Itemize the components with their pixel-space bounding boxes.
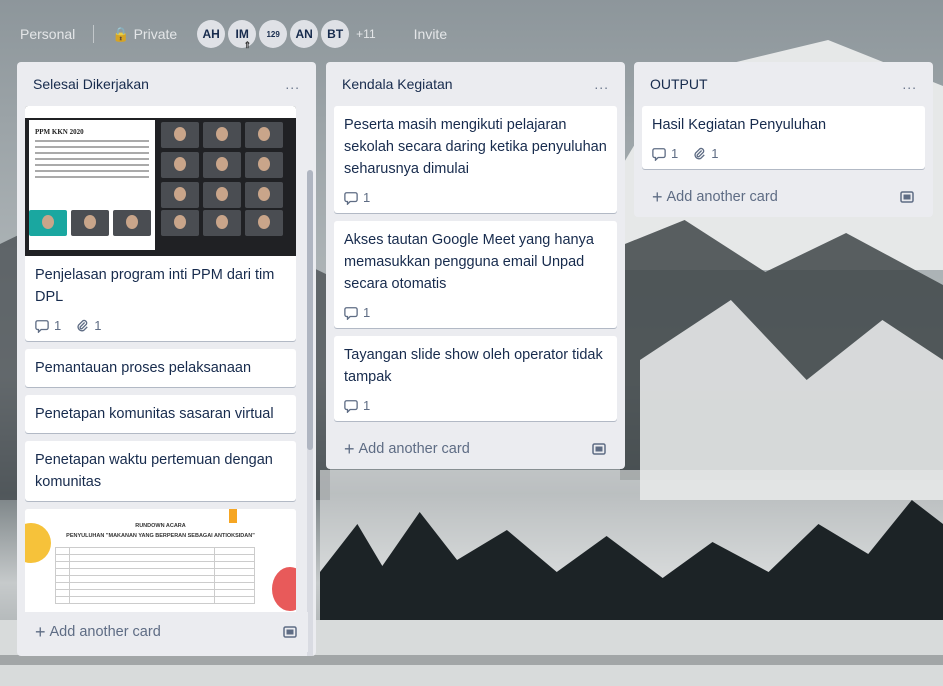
member-avatars: AH IM ⇑ 129 AN BT +11	[197, 20, 376, 50]
card-title: Akses tautan Google Meet yang hanya mema…	[344, 232, 594, 292]
header-divider	[93, 25, 95, 43]
list-item[interactable]: Akses tautan Google Meet yang hanya mema…	[334, 221, 617, 328]
card-title: Penjelasan program inti PPM dari tim DPL	[35, 267, 275, 305]
list-item[interactable]: Hasil Kegiatan Penyuluhan 1 1	[642, 106, 925, 169]
comment-count: 1	[363, 305, 371, 320]
paperclip-icon	[694, 147, 705, 159]
card-template-icon[interactable]	[282, 624, 298, 640]
comments-badge: 1	[35, 318, 61, 333]
list-item[interactable]: Penetapan komunitas sasaran virtual	[25, 395, 296, 433]
avatar-initials: IM	[235, 27, 249, 41]
comment-icon	[344, 306, 358, 320]
list-selesai-dikerjakan: Selesai Dikerjakan ... PPM KKN 2020 Penj…	[17, 62, 316, 656]
comments-badge: 1	[344, 305, 370, 320]
list-title[interactable]: Selesai Dikerjakan	[33, 76, 149, 92]
card-cover-image: PPM KKN 2020	[25, 106, 296, 256]
card-badges: 1 1	[35, 318, 286, 333]
list-item[interactable]: RUNDOWN ACARA PENYULUHAN "MAKANAN YANG B…	[25, 509, 296, 615]
card-cover-image: RUNDOWN ACARA PENYULUHAN "MAKANAN YANG B…	[25, 509, 296, 615]
privacy-button[interactable]: 🔒 Private	[106, 22, 183, 47]
card-title: Tayangan slide show oleh operator tidak …	[344, 347, 603, 385]
card-badges: 1	[344, 305, 607, 320]
list-menu-button[interactable]: ...	[594, 76, 609, 92]
list-item[interactable]: Tayangan slide show oleh operator tidak …	[334, 336, 617, 421]
rundown-subtitle: PENYULUHAN "MAKANAN YANG BERPERAN SEBAGA…	[66, 533, 255, 539]
list-header: Kendala Kegiatan ...	[334, 62, 617, 106]
list-item[interactable]: PPM KKN 2020 Penjelasan program inti PPM…	[25, 106, 296, 341]
list-header: Selesai Dikerjakan ...	[25, 62, 308, 106]
invite-button[interactable]: Invite	[414, 26, 447, 42]
card-badges: 1 1	[652, 146, 915, 161]
card-title: Pemantauan proses pelaksanaan	[35, 360, 252, 376]
plus-icon: +	[652, 186, 663, 207]
avatar[interactable]: AN	[290, 20, 319, 48]
list-header: OUTPUT ...	[642, 62, 925, 106]
paperclip-icon	[77, 319, 88, 331]
list-title[interactable]: OUTPUT	[650, 76, 708, 92]
lock-icon: 🔒	[112, 25, 130, 42]
card-title: Peserta masih mengikuti pelajaran sekola…	[344, 117, 607, 177]
card-badges: 1	[344, 398, 607, 413]
comments-badge: 1	[344, 398, 370, 413]
list-output: OUTPUT ... Hasil Kegiatan Penyuluhan 1 1…	[634, 62, 933, 217]
plus-icon: +	[344, 438, 355, 459]
attachments-badge: 1	[75, 318, 101, 333]
admin-icon: ⇑	[243, 40, 252, 50]
add-card-label: Add another card	[358, 441, 470, 457]
card-title: Hasil Kegiatan Penyuluhan	[652, 117, 827, 133]
list-menu-button[interactable]: ...	[285, 76, 300, 92]
rundown-table	[55, 547, 255, 604]
comment-count: 1	[363, 398, 371, 413]
comment-icon	[344, 399, 358, 413]
comment-icon	[35, 319, 49, 333]
attachment-count: 1	[711, 146, 719, 161]
list-item[interactable]: Pemantauan proses pelaksanaan	[25, 349, 296, 387]
comment-icon	[344, 191, 358, 205]
avatar[interactable]: BT	[321, 20, 350, 48]
team-visibility-button[interactable]: Personal	[14, 22, 81, 46]
comments-badge: 1	[652, 146, 678, 161]
scrollbar-thumb[interactable]	[307, 170, 313, 450]
add-card-button[interactable]: + Add another card	[25, 612, 308, 652]
attachments-badge: 1	[692, 146, 718, 161]
card-badges: 1	[344, 190, 607, 205]
avatar[interactable]: IM ⇑	[228, 20, 257, 50]
list-kendala-kegiatan: Kendala Kegiatan ... Peserta masih mengi…	[326, 62, 625, 469]
list-title[interactable]: Kendala Kegiatan	[342, 76, 453, 92]
add-card-button[interactable]: + Add another card	[642, 177, 925, 217]
add-card-label: Add another card	[49, 624, 161, 640]
list-item[interactable]: Penetapan waktu pertemuan dengan komunit…	[25, 441, 296, 501]
add-card-button[interactable]: + Add another card	[334, 429, 617, 469]
comment-count: 1	[54, 318, 62, 333]
slide-title: PPM KKN 2020	[35, 128, 84, 136]
comment-icon	[652, 147, 666, 161]
plus-icon: +	[35, 621, 46, 642]
comment-count: 1	[671, 146, 679, 161]
avatar[interactable]: 129	[259, 20, 288, 48]
card-template-icon[interactable]	[899, 189, 915, 205]
list-menu-button[interactable]: ...	[902, 76, 917, 92]
card-title: Penetapan waktu pertemuan dengan komunit…	[35, 452, 273, 490]
privacy-label: Private	[133, 25, 178, 42]
board-header: Personal 🔒 Private AH IM ⇑ 129 AN BT +11…	[14, 14, 534, 54]
list-item[interactable]: Peserta masih mengikuti pelajaran sekola…	[334, 106, 617, 213]
rundown-title: RUNDOWN ACARA	[135, 523, 186, 529]
more-members-button[interactable]: +11	[356, 27, 375, 41]
add-card-label: Add another card	[666, 189, 778, 205]
attachment-count: 1	[94, 318, 102, 333]
comment-count: 1	[363, 190, 371, 205]
card-template-icon[interactable]	[591, 441, 607, 457]
avatar[interactable]: AH	[197, 20, 226, 48]
comments-badge: 1	[344, 190, 370, 205]
card-title: Penetapan komunitas sasaran virtual	[35, 406, 274, 422]
